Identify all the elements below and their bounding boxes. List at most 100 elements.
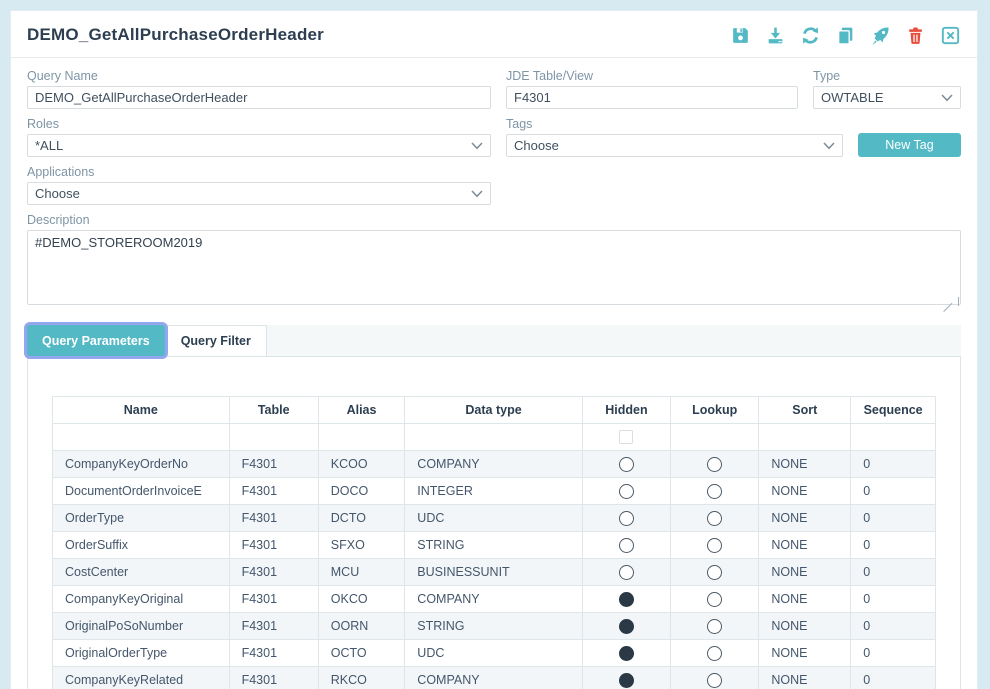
table-row: DocumentOrderInvoiceEF4301DOCOINTEGER NON…	[53, 478, 936, 505]
hidden-radio[interactable]	[619, 592, 634, 607]
hidden-cell	[582, 640, 670, 667]
filter-alias-cell[interactable]	[318, 424, 405, 451]
close-icon[interactable]	[939, 24, 961, 46]
table-cell: F4301	[229, 451, 318, 478]
lookup-cell	[671, 640, 759, 667]
table-cell: F4301	[229, 559, 318, 586]
table-cell: F4301	[229, 532, 318, 559]
column-header-lookup: Lookup	[671, 397, 759, 424]
hidden-radio[interactable]	[619, 538, 634, 553]
lookup-radio[interactable]	[707, 484, 722, 499]
type-select[interactable]: OWTABLE	[813, 86, 961, 109]
column-header-alias: Alias	[318, 397, 405, 424]
tab-query-parameters[interactable]: Query Parameters	[27, 325, 165, 356]
lookup-radio[interactable]	[707, 646, 722, 661]
filter-sort-cell	[759, 424, 851, 451]
sequence-cell: 0	[851, 532, 936, 559]
sequence-cell: 0	[851, 559, 936, 586]
save-icon[interactable]	[729, 24, 751, 46]
lookup-radio[interactable]	[707, 457, 722, 472]
column-header-hidden: Hidden	[582, 397, 670, 424]
lookup-radio[interactable]	[707, 673, 722, 688]
lookup-radio[interactable]	[707, 538, 722, 553]
tags-select[interactable]: Choose	[506, 134, 843, 157]
type-label: Type	[813, 69, 961, 83]
tabs-bar: Query Parameters Query Filter	[27, 325, 961, 357]
column-header-name: Name	[53, 397, 230, 424]
name-cell: DocumentOrderInvoiceE	[53, 478, 230, 505]
description-label: Description	[27, 213, 961, 227]
filter-sequence-cell	[851, 424, 936, 451]
description-textarea[interactable]: #DEMO_STOREROOM2019	[27, 230, 961, 305]
filter-table-cell[interactable]	[229, 424, 318, 451]
hidden-radio[interactable]	[619, 511, 634, 526]
download-icon[interactable]	[764, 24, 786, 46]
data-type-cell: COMPANY	[405, 451, 582, 478]
hidden-cell	[582, 667, 670, 689]
filter-name-cell[interactable]	[53, 424, 230, 451]
data-type-cell: COMPANY	[405, 667, 582, 689]
lookup-radio[interactable]	[707, 565, 722, 580]
sequence-cell: 0	[851, 640, 936, 667]
hidden-radio[interactable]	[619, 646, 634, 661]
table-row: OriginalPoSoNumberF4301OORNSTRINGNONE0	[53, 613, 936, 640]
tab-query-filter[interactable]: Query Filter	[165, 325, 267, 356]
hidden-cell	[582, 505, 670, 532]
hidden-filter-checkbox[interactable]	[619, 430, 633, 444]
hidden-cell	[582, 478, 670, 505]
hidden-radio[interactable]	[619, 484, 634, 499]
hidden-radio[interactable]	[619, 457, 634, 472]
toolbar	[729, 24, 961, 46]
table-cell: F4301	[229, 640, 318, 667]
rocket-icon[interactable]	[869, 24, 891, 46]
hidden-radio[interactable]	[619, 673, 634, 688]
delete-icon[interactable]	[904, 24, 926, 46]
table-cell: F4301	[229, 478, 318, 505]
lookup-radio[interactable]	[707, 619, 722, 634]
chevron-down-icon	[941, 94, 953, 102]
copy-icon[interactable]	[834, 24, 856, 46]
lookup-radio[interactable]	[707, 592, 722, 607]
sort-cell: NONE	[759, 478, 851, 505]
sequence-cell: 0	[851, 478, 936, 505]
table-row: CompanyKeyRelatedF4301RKCOCOMPANYNONE0	[53, 667, 936, 689]
data-type-cell: STRING	[405, 532, 582, 559]
alias-cell: DOCO	[318, 478, 405, 505]
lookup-cell	[671, 613, 759, 640]
hidden-radio[interactable]	[619, 565, 634, 580]
hidden-cell	[582, 451, 670, 478]
chevron-down-icon	[823, 142, 835, 150]
name-cell: CompanyKeyOriginal	[53, 586, 230, 613]
roles-label: Roles	[27, 117, 491, 131]
query-name-input[interactable]	[27, 86, 491, 109]
lookup-radio[interactable]	[707, 511, 722, 526]
hidden-cell	[582, 613, 670, 640]
column-header-data-type: Data type	[405, 397, 582, 424]
filter-lookup-cell	[671, 424, 759, 451]
refresh-icon[interactable]	[799, 24, 821, 46]
data-type-cell: UDC	[405, 640, 582, 667]
table-row: OrderSuffixF4301SFXOSTRINGNONE0	[53, 532, 936, 559]
type-select-value: OWTABLE	[821, 90, 884, 105]
roles-select[interactable]: *ALL	[27, 134, 491, 157]
roles-select-value: *ALL	[35, 138, 63, 153]
table-cell: F4301	[229, 505, 318, 532]
new-tag-button[interactable]: New Tag	[858, 133, 961, 157]
filter-datatype-cell[interactable]	[405, 424, 582, 451]
lookup-cell	[671, 451, 759, 478]
lookup-cell	[671, 478, 759, 505]
applications-select-value: Choose	[35, 186, 80, 201]
name-cell: CompanyKeyOrderNo	[53, 451, 230, 478]
query-form: Query Name JDE Table/View Type OWTABLE R…	[11, 58, 977, 310]
hidden-radio[interactable]	[619, 619, 634, 634]
table-cell: F4301	[229, 586, 318, 613]
column-header-sequence: Sequence	[851, 397, 936, 424]
name-cell: OriginalPoSoNumber	[53, 613, 230, 640]
applications-select[interactable]: Choose	[27, 182, 491, 205]
data-type-cell: INTEGER	[405, 478, 582, 505]
sequence-cell: 0	[851, 667, 936, 689]
alias-cell: SFXO	[318, 532, 405, 559]
jde-table-input[interactable]	[506, 86, 798, 109]
data-type-cell: STRING	[405, 613, 582, 640]
hidden-cell	[582, 559, 670, 586]
